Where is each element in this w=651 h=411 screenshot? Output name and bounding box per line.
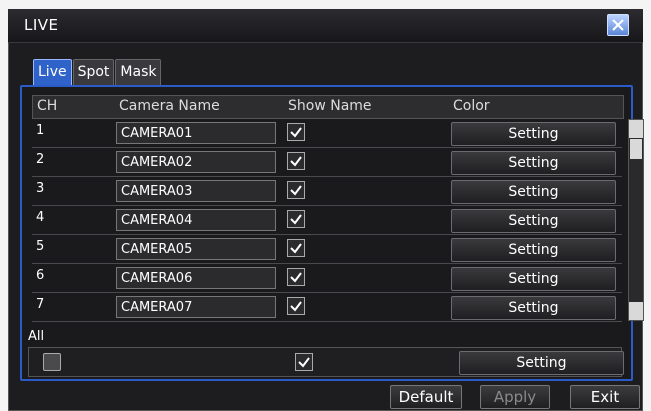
all-show-name-checkbox[interactable] [295,353,313,371]
channel-number: 1 [36,123,45,138]
close-button[interactable] [607,14,629,36]
channel-number: 7 [36,297,45,312]
table-scrollbar[interactable] [628,119,644,321]
header-ch: CH [37,98,58,114]
channel-number: 3 [36,181,45,196]
show-name-checkbox[interactable] [287,123,305,141]
color-setting-button[interactable]: Setting [451,296,616,320]
tab-mask[interactable]: Mask [115,59,162,85]
table-row: 7 CAMERA07 Setting [32,293,622,322]
color-setting-button[interactable]: Setting [451,238,616,262]
table-header: CH Camera Name Show Name Color [32,95,624,119]
camera-name-input[interactable]: CAMERA03 [116,180,276,202]
scroll-thumb[interactable] [630,139,642,159]
checkmark-icon [290,127,302,138]
channel-number: 4 [36,210,45,225]
checkmark-icon [290,156,302,167]
show-name-checkbox[interactable] [287,181,305,199]
camera-name-input[interactable]: CAMERA04 [116,209,276,231]
table-row: 1 CAMERA01 Setting [32,119,622,148]
all-label: All [28,329,45,344]
camera-name-panel: CH Camera Name Show Name Color 1 CAMERA0… [20,85,644,381]
table-row: 6 CAMERA06 Setting [32,264,622,293]
show-name-checkbox[interactable] [287,268,305,286]
checkmark-icon [290,243,302,254]
all-channel-checkbox[interactable] [43,353,61,371]
exit-button[interactable]: Exit [570,385,640,409]
header-show-name: Show Name [288,98,372,114]
apply-button[interactable]: Apply [480,385,550,409]
channel-number: 2 [36,152,45,167]
channel-number: 5 [36,239,45,254]
close-icon [612,19,624,31]
live-settings-window: LIVE Live Spot Mask CH Camera Name Show … [8,9,644,411]
checkmark-icon [290,214,302,225]
color-setting-button[interactable]: Setting [451,209,616,233]
color-setting-button[interactable]: Setting [451,267,616,291]
checkmark-icon [298,357,310,368]
header-color: Color [453,98,490,114]
default-button[interactable]: Default [390,385,462,409]
show-name-checkbox[interactable] [287,152,305,170]
checkmark-icon [290,301,302,312]
color-setting-button[interactable]: Setting [451,151,616,175]
tab-strip: Live Spot Mask [33,59,162,85]
all-setting-button[interactable]: Setting [459,351,624,375]
camera-name-input[interactable]: CAMERA05 [116,238,276,260]
table-row: 3 CAMERA03 Setting [32,177,622,206]
camera-name-input[interactable]: CAMERA07 [116,296,276,318]
all-row: Setting [28,347,624,377]
header-camera-name: Camera Name [119,98,220,114]
window-title: LIVE [24,16,59,34]
checkmark-icon [290,272,302,283]
camera-name-input[interactable]: CAMERA06 [116,267,276,289]
color-setting-button[interactable]: Setting [451,180,616,204]
show-name-checkbox[interactable] [287,210,305,228]
scroll-down-button[interactable] [629,302,643,320]
tab-spot[interactable]: Spot [72,59,115,85]
channel-number: 6 [36,268,45,283]
tab-live[interactable]: Live [33,59,72,85]
camera-name-input[interactable]: CAMERA02 [116,151,276,173]
title-bar: LIVE [8,9,643,43]
show-name-checkbox[interactable] [287,297,305,315]
table-row: 4 CAMERA04 Setting [32,206,622,235]
scroll-up-button[interactable] [629,120,643,138]
table-row: 2 CAMERA02 Setting [32,148,622,177]
table-row: 5 CAMERA05 Setting [32,235,622,264]
footer: Default Apply Exit [8,385,643,411]
checkmark-icon [290,185,302,196]
show-name-checkbox[interactable] [287,239,305,257]
camera-name-input[interactable]: CAMERA01 [116,122,276,144]
color-setting-button[interactable]: Setting [451,122,616,146]
